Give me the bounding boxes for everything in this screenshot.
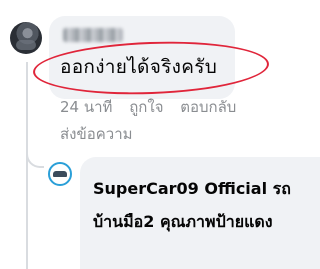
send-message-link[interactable]: ส่งข้อความ [60,122,133,146]
thread-connector [26,140,44,168]
car-logo-icon [53,171,67,177]
reply-text: SuperCar09 Official รถบ้านมือ2 คุณภาพป้า… [93,179,291,231]
page-avatar[interactable] [48,162,72,186]
blurred-commenter-name[interactable] [63,28,123,42]
like-link[interactable]: ถูกใจ [129,98,163,116]
comment-actions: 24 นาที ถูกใจ ตอบกลับ [60,95,248,119]
commenter-avatar[interactable] [10,22,42,54]
reply-link[interactable]: ตอบกลับ [180,98,236,116]
thread-line [26,62,28,269]
comment-time[interactable]: 24 นาที [60,98,112,116]
